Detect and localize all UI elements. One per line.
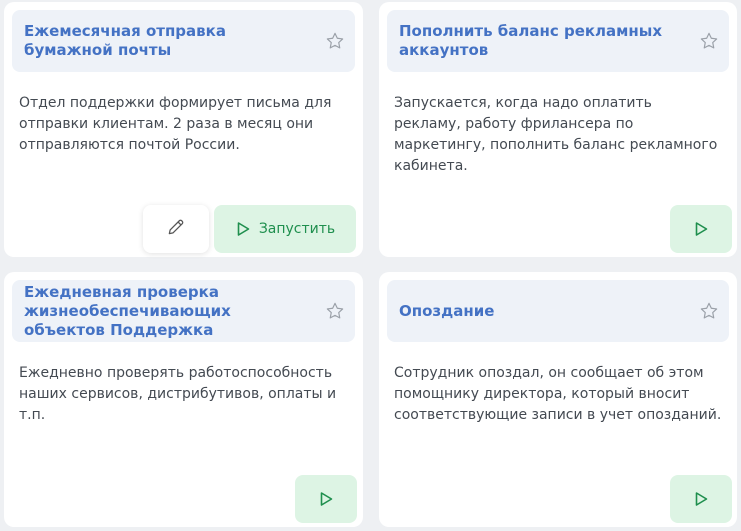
play-icon [318,491,334,507]
run-button[interactable]: Запустить [214,205,356,253]
card-title: Опоздание [399,301,495,320]
pencil-icon [166,217,186,241]
card-header: Ежедневная проверка жизнеобеспечивающих … [12,280,355,342]
card-title: Пополнить баланс рекламных аккаунтов [399,22,663,59]
play-icon [693,491,709,507]
scenario-grid: Ежемесячная отправка бумажной почты Отде… [0,0,741,531]
play-icon [693,221,709,237]
star-icon[interactable] [323,29,347,53]
card-title: Ежемесячная отправка бумажной почты [24,22,226,59]
card-header: Пополнить баланс рекламных аккаунтов [387,10,729,72]
card-description: Отдел поддержки формирует письма для отп… [19,95,332,153]
card-description: Запускается, когда надо оплатить рекламу… [394,95,718,174]
star-icon[interactable] [323,299,347,323]
star-icon[interactable] [697,299,721,323]
run-button-label: Запустить [258,221,336,237]
card-description: Сотрудник опоздал, он сообщает об этом п… [394,365,722,423]
play-icon [235,221,251,237]
card-title: Ежедневная проверка жизнеобеспечивающих … [24,282,231,339]
card-description: Ежедневно проверять работоспособность на… [19,365,337,423]
run-button[interactable] [670,205,732,253]
scenario-card: Пополнить баланс рекламных аккаунтов Зап… [379,2,737,257]
run-button[interactable] [670,475,732,523]
edit-button[interactable] [143,205,209,253]
scenario-card: Опоздание Сотрудник опоздал, он сообщает… [379,272,737,527]
card-header: Ежемесячная отправка бумажной почты [12,10,355,72]
star-icon[interactable] [697,29,721,53]
card-header: Опоздание [387,280,729,342]
scenario-card: Ежемесячная отправка бумажной почты Отде… [4,2,363,257]
scenario-card: Ежедневная проверка жизнеобеспечивающих … [4,272,363,527]
run-button[interactable] [295,475,357,523]
